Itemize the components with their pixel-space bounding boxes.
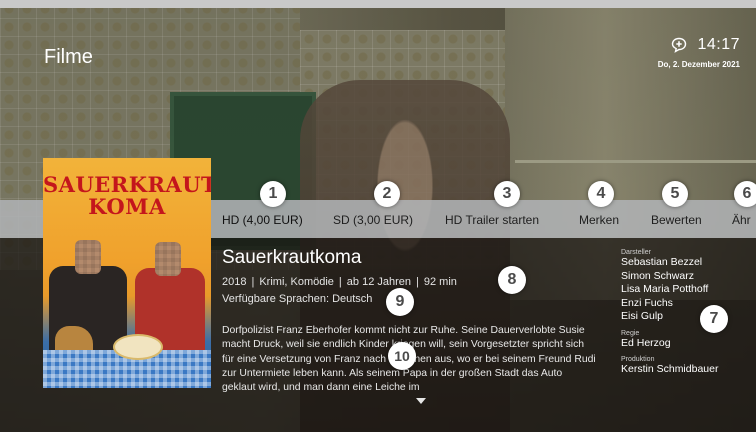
menu-item-merken[interactable]: Merken	[579, 213, 619, 227]
menu-item-hd[interactable]: HD (4,00 EUR)	[222, 213, 303, 227]
callout-4: 4	[588, 181, 614, 207]
callout-7: 7	[700, 305, 728, 333]
callout-8: 8	[498, 266, 526, 294]
director-name: Ed Herzog	[621, 336, 671, 349]
menu-item-hd-trailer[interactable]: HD Trailer starten	[445, 213, 539, 227]
movie-genre: Krimi, Komödie	[259, 276, 334, 288]
poster-title-line: SAUERKRAUT	[43, 172, 211, 197]
cast-name: Sebastian Bezzel	[621, 256, 703, 268]
scroll-down-icon[interactable]	[416, 398, 426, 405]
poster-face	[155, 242, 181, 276]
top-border	[0, 0, 756, 8]
movie-year: 2018	[222, 276, 247, 288]
available-languages: Verfügbare Sprachen: Deutsch	[222, 293, 373, 305]
poster-title: SAUERKRAUT KOMA	[43, 174, 211, 218]
clock-time: 14:17	[697, 36, 740, 53]
menu-item-bewerten[interactable]: Bewerten	[651, 213, 702, 227]
poster-plate	[113, 334, 163, 360]
callout-5: 5	[662, 181, 688, 207]
clock-date: Do, 2. Dezember 2021	[657, 60, 740, 69]
cast-name: Enzi Fuchs	[621, 296, 673, 309]
movie-meta: 2018 | Krimi, Komödie | ab 12 Jahren | 92 min	[222, 276, 457, 288]
callout-6: 6	[734, 181, 756, 207]
cast-label: Darsteller	[621, 249, 651, 256]
callout-1: 1	[260, 181, 286, 207]
callout-3: 3	[494, 181, 520, 207]
callout-10: 10	[388, 342, 416, 370]
credits-section: Darsteller Sebastian Bezzel Simon Schwar…	[621, 245, 751, 377]
cast-name: Eisi Gulp	[621, 310, 664, 322]
cast-name: Lisa Maria Potthoff	[621, 283, 709, 295]
director-label: Regie	[621, 329, 640, 337]
clock-area: 14:17 Do, 2. Dezember 2021	[658, 36, 740, 69]
movie-title: Sauerkrautkoma	[222, 247, 362, 268]
producer-name: Kerstin Schmidbauer	[621, 363, 719, 375]
menu-item-aehnliche[interactable]: Ähr	[732, 213, 751, 227]
menu-item-sd[interactable]: SD (3,00 EUR)	[333, 213, 413, 227]
poster-title-line: KOMA	[88, 194, 166, 219]
movie-poster: SAUERKRAUT KOMA	[43, 158, 211, 388]
movie-duration: 92 min	[423, 276, 457, 288]
movie-age-rating: ab 12 Jahren	[346, 276, 411, 288]
cast-name: Simon Schwarz	[621, 269, 694, 282]
callout-9: 9	[386, 288, 414, 316]
callout-2: 2	[374, 181, 400, 207]
production-label: Produktion	[621, 356, 655, 363]
message-bubble-icon[interactable]	[671, 37, 687, 53]
page-title: Filme	[44, 46, 93, 68]
poster-face	[75, 240, 101, 274]
